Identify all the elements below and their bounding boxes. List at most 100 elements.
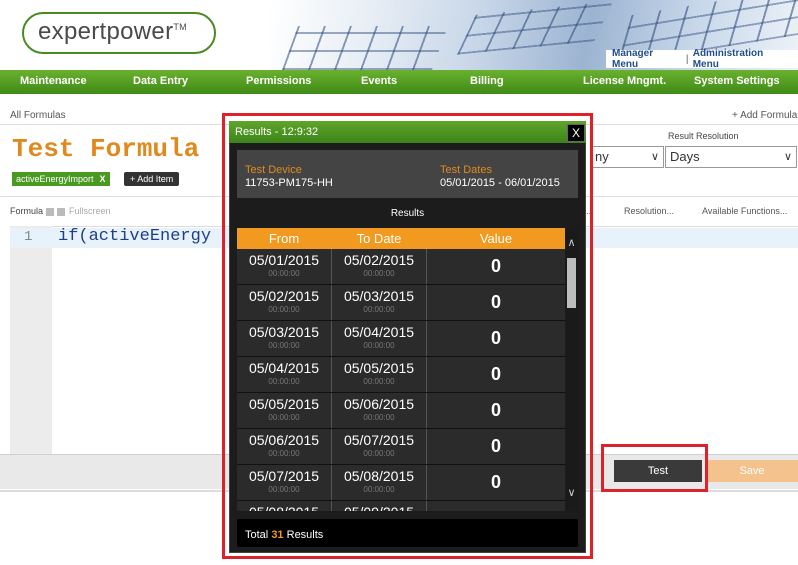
from-time: 00:00:00 <box>268 269 300 278</box>
test-device-label: Test Device <box>245 164 302 176</box>
test-dates-label: Test Dates <box>440 164 492 176</box>
value-cell: 0 <box>490 256 501 276</box>
available-functions-link[interactable]: Available Functions... <box>702 206 787 216</box>
nav-data-entry[interactable]: Data Entry <box>133 75 188 87</box>
to-time: 00:00:00 <box>363 341 395 350</box>
from-time: 00:00:00 <box>268 377 300 386</box>
to-time: 00:00:00 <box>363 269 395 278</box>
to-cell: 05/04/2015 00:00:00 <box>332 321 427 356</box>
value-cell: 0 <box>490 436 501 456</box>
test-dates-value: 05/01/2015 - 06/01/2015 <box>440 177 560 189</box>
zoom-out-icon[interactable] <box>57 207 66 216</box>
to-cell: 05/08/2015 00:00:00 <box>332 465 427 500</box>
to-date: 05/09/2015 <box>332 504 426 511</box>
to-time: 00:00:00 <box>363 305 395 314</box>
from-date: 05/02/2015 <box>248 288 320 304</box>
remove-tag-icon[interactable]: X <box>100 174 106 184</box>
period-select-value: ny <box>595 149 609 164</box>
to-date: 05/07/2015 <box>343 432 415 448</box>
nav-license-mngmt[interactable]: License Mngmt. <box>583 75 666 87</box>
main-nav: Maintenance Data Entry Permissions Event… <box>0 70 798 94</box>
from-time: 00:00:00 <box>268 413 300 422</box>
formula-tag: activeEnergyImport X <box>12 172 110 186</box>
from-time: 00:00:00 <box>268 485 300 494</box>
to-cell: 05/06/2015 00:00:00 <box>332 393 427 428</box>
chevron-down-icon: ∨ <box>650 151 659 163</box>
editor-code[interactable]: if(activeEnergy <box>58 227 211 246</box>
chevron-down-icon[interactable]: ∨ <box>565 486 578 499</box>
nav-maintenance[interactable]: Maintenance <box>20 75 87 87</box>
from-time: 00:00:00 <box>268 341 300 350</box>
add-item-button[interactable]: + Add Item <box>124 172 180 186</box>
to-date: 05/03/2015 <box>343 288 415 304</box>
top-menu-separator: | <box>685 53 689 65</box>
scrollbar-thumb[interactable] <box>567 258 576 308</box>
editor-gutter <box>10 226 52 454</box>
formula-label: Formula <box>10 206 44 216</box>
from-date: 05/01/2015 <box>248 252 320 268</box>
column-header-to-date: To Date <box>356 231 402 246</box>
resolution-link[interactable]: Resolution... <box>624 206 674 216</box>
results-table-body[interactable]: 05/01/2015 00:00:00 05/02/2015 00:00:00 0 05/… <box>237 249 565 511</box>
result-resolution-select[interactable]: Days ∨ <box>665 146 797 168</box>
close-icon[interactable]: X <box>567 124 585 142</box>
test-device-value: 11753-PM175-HH <box>245 177 333 189</box>
breadcrumb[interactable]: All Formulas <box>10 110 66 121</box>
from-date: 05/05/2015 <box>248 396 320 412</box>
table-row: 05/06/2015 00:00:00 05/07/2015 00:00:00 0 <box>237 429 565 465</box>
nav-billing[interactable]: Billing <box>470 75 504 87</box>
from-time: 00:00:00 <box>268 305 300 314</box>
zoom-in-icon[interactable] <box>46 207 55 216</box>
value-cell: 0 <box>427 501 565 511</box>
fullscreen-link[interactable]: Fullscreen <box>69 206 111 216</box>
from-date: 05/07/2015 <box>248 468 320 484</box>
save-button[interactable]: Save <box>706 460 798 482</box>
result-resolution-value: Days <box>670 149 700 164</box>
from-time: 00:00:00 <box>268 449 300 458</box>
chevron-up-icon[interactable]: ∧ <box>565 236 578 249</box>
from-cell: 05/07/2015 00:00:00 <box>237 465 332 500</box>
results-total-suffix: Results <box>286 529 324 541</box>
results-dialog-title: Results - 12:9:32 <box>235 126 319 138</box>
add-formula-link[interactable]: + Add Formula <box>732 110 797 121</box>
nav-permissions[interactable]: Permissions <box>246 75 311 87</box>
results-total-count: 31 <box>271 529 284 541</box>
table-row: 05/07/2015 00:00:00 05/08/2015 00:00:00 0 <box>237 465 565 501</box>
column-header-value: Value <box>479 231 513 246</box>
from-cell: 05/05/2015 00:00:00 <box>237 393 332 428</box>
from-cell: 05/03/2015 00:00:00 <box>237 321 332 356</box>
formula-toolbar: Formula Fullscreen <box>10 206 111 216</box>
formula-tag-label: activeEnergyImport <box>16 174 94 184</box>
chevron-down-icon: ∨ <box>783 151 792 163</box>
test-button-highlight <box>601 444 708 492</box>
to-date: 05/06/2015 <box>343 396 415 412</box>
from-date: 05/04/2015 <box>248 360 320 376</box>
from-date: 05/03/2015 <box>248 324 320 340</box>
administration-menu-link[interactable]: Administration Menu <box>693 48 792 70</box>
results-total: Total 31 Results <box>245 529 323 541</box>
table-row: 05/01/2015 00:00:00 05/02/2015 00:00:00 0 <box>237 249 565 285</box>
table-row: 05/04/2015 00:00:00 05/05/2015 00:00:00 0 <box>237 357 565 393</box>
to-time: 00:00:00 <box>363 485 395 494</box>
from-cell: 05/08/201500:00:00 <box>237 501 332 511</box>
from-cell: 05/04/2015 00:00:00 <box>237 357 332 392</box>
page-title: Test Formula <box>12 134 200 164</box>
value-cell: 0 <box>490 292 501 312</box>
from-cell: 05/06/2015 00:00:00 <box>237 429 332 464</box>
value-cell: 0 <box>490 328 501 348</box>
manager-menu-link[interactable]: Manager Menu <box>612 48 682 70</box>
period-select[interactable]: ny ∨ <box>590 146 664 168</box>
nav-events[interactable]: Events <box>361 75 397 87</box>
nav-system-settings[interactable]: System Settings <box>694 75 780 87</box>
to-cell: 05/03/2015 00:00:00 <box>332 285 427 320</box>
value-cell: 0 <box>490 400 501 420</box>
table-row: 05/03/2015 00:00:00 05/04/2015 00:00:00 0 <box>237 321 565 357</box>
value-cell: 0 <box>490 472 501 492</box>
line-number: 1 <box>24 229 33 245</box>
expertpower-logo[interactable]: expertpowerTM <box>22 12 216 54</box>
results-table-header: From To Date Value <box>237 228 565 249</box>
result-resolution-label: Result Resolution <box>668 131 739 141</box>
to-cell: 05/02/2015 00:00:00 <box>332 249 427 284</box>
to-time: 00:00:00 <box>363 413 395 422</box>
column-header-from: From <box>268 231 300 246</box>
